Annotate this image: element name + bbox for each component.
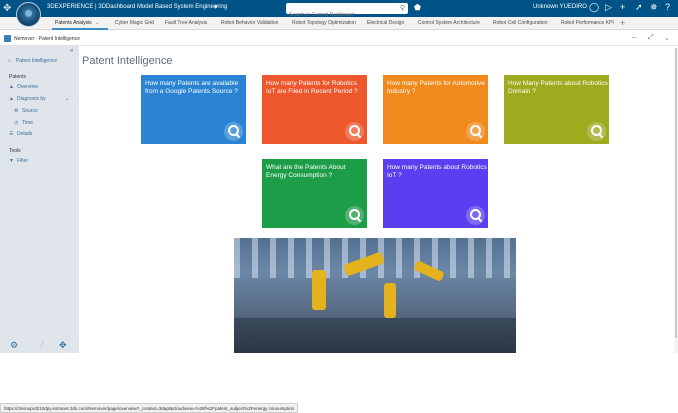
search-icon[interactable] [587, 122, 606, 141]
sidebar-item-filter[interactable]: ▼ Filter [9, 158, 28, 164]
sidebar-item-label: Filter [17, 158, 29, 164]
user-name[interactable]: Unknown YUEDIRO [533, 4, 587, 10]
tile-robotics-domain[interactable]: How Many Patents about Robotics Domain ? [504, 75, 609, 144]
search-icon[interactable] [466, 206, 485, 225]
expand-icon[interactable]: ⤢ [648, 34, 654, 42]
3ds-logo-icon[interactable]: ✥ [59, 340, 67, 351]
filter-icon: ▼ [9, 158, 14, 164]
3ds-logo-icon: ✥ [3, 3, 12, 14]
settings-icon[interactable]: ⚙ [10, 340, 18, 351]
active-tab-indicator [52, 28, 108, 30]
tile-text: What are the Patents About Energy Consum… [266, 164, 346, 179]
tab-robot-cell-configuration[interactable]: Robot Cell Configuration [493, 20, 547, 26]
top-bar: ✥ 3DEXPERIENCE | 3DDashboard Model Based… [0, 0, 678, 27]
tag-icon[interactable]: ⬟ [414, 3, 421, 12]
sidebar-item-home[interactable]: ⌂ Patent Intelligence [8, 58, 57, 64]
tile-robotics-iot[interactable]: How many Patents about Robotics IoT ? [383, 159, 488, 228]
sidebar-item-label: Overview [17, 84, 38, 90]
sidebar-item-label: Details [17, 131, 33, 137]
factory-floor [234, 318, 516, 353]
tab-control-system-architecture[interactable]: Control System Architecture [418, 20, 480, 26]
tile-text: How many Patents about Robotics IoT ? [387, 164, 487, 179]
app-brand: 3DEXPERIENCE | 3DDashboard [47, 4, 136, 10]
chevron-down-icon[interactable]: ▾ [214, 3, 218, 11]
widget-title: Nemover - Patent Intelligence [14, 36, 80, 42]
overview-icon: ▲ [9, 84, 14, 90]
share-icon[interactable]: ▷ [605, 2, 612, 13]
tile-robotics-iot-recent[interactable]: How many Patents for Robotics IoT are Fi… [262, 75, 367, 144]
tab-electrical-design[interactable]: Electrical Design [367, 20, 404, 26]
collapse-sidebar-icon[interactable]: « [70, 48, 73, 54]
robot-arm [312, 270, 326, 310]
search-icon[interactable] [345, 122, 364, 141]
tab-fault-tree-analysis[interactable]: Fault Tree Analysis [165, 20, 207, 26]
section-header-tools: Tools [9, 148, 21, 154]
sidebar-item-source[interactable]: ⚙ Source [14, 108, 38, 114]
section-header-patents: Patents [9, 74, 26, 80]
home-icon: ⌂ [8, 58, 12, 64]
sidebar-item-overview[interactable]: ▲ Overview [9, 84, 38, 90]
chevron-down-icon[interactable]: ⌄ [664, 34, 670, 42]
details-icon: ☰ [9, 131, 14, 137]
help-icon[interactable]: ? [665, 2, 670, 12]
diagnosis-icon: ▲ [9, 96, 14, 102]
arrow-icon[interactable]: ➚ [635, 2, 643, 13]
robot-arm [384, 283, 396, 318]
status-url: https://r2emoprd210dpy.extranet.3ds.com/… [0, 403, 299, 413]
tab-robot-behavior-validation[interactable]: Robot Behavior Validation [221, 20, 278, 26]
source-icon: ⚙ [14, 108, 19, 114]
tab-bar: Patents Analysis ⌄ Cyber Magic Grid Faul… [0, 17, 678, 30]
sidebar: « ⌂ Patent Intelligence Patents ▲ Overview… [0, 46, 79, 353]
tile-text: How many Patents for Automotive Industry… [387, 80, 485, 95]
page-title: Patent Intelligence [82, 55, 173, 67]
tab-cyber-magic-grid[interactable]: Cyber Magic Grid [115, 20, 154, 26]
search-icon[interactable] [466, 122, 485, 141]
search-box[interactable]: ⚲ [286, 3, 408, 21]
sidebar-item-label: Time [22, 120, 33, 126]
tile-energy-consumption[interactable]: What are the Patents About Energy Consum… [262, 159, 367, 228]
social-icon[interactable]: ✵ [650, 2, 658, 13]
clock-icon: ◷ [14, 120, 19, 126]
minimize-icon[interactable]: – [632, 34, 636, 41]
widget-icon [4, 35, 11, 42]
help-icon[interactable]: ❔ [35, 340, 46, 351]
add-icon[interactable]: + [620, 2, 625, 12]
tile-automotive-industry[interactable]: How many Patents for Automotive Industry… [383, 75, 488, 144]
app-title: 3DEXPERIENCE | 3DDashboard Model Based S… [47, 4, 227, 10]
search-icon[interactable]: ⚲ [400, 4, 405, 12]
tile-text: How many Patents for Robotics IoT are Fi… [266, 80, 358, 95]
tile-text: How many Patents are available from a Go… [145, 80, 239, 95]
scrollbar-thumb[interactable] [675, 48, 677, 338]
sidebar-item-label: Patent Intelligence [16, 58, 58, 64]
sidebar-item-details[interactable]: ☰ Details [9, 131, 32, 137]
widget-header: Nemover - Patent Intelligence – ⤢ ⌄ [0, 32, 678, 46]
add-tab-icon[interactable]: + [620, 18, 625, 28]
scrollbar[interactable] [674, 48, 678, 353]
sidebar-item-label: Diagnosis by [17, 96, 46, 102]
factory-image [234, 238, 516, 353]
sidebar-item-diagnosis[interactable]: ▲ Diagnosis by [9, 96, 46, 102]
tab-robot-topology-optimization[interactable]: Robot Topology Optimization [292, 20, 356, 26]
tile-google-patents[interactable]: How many Patents are available from a Go… [141, 75, 246, 144]
tab-patents-analysis[interactable]: Patents Analysis [55, 20, 92, 26]
search-icon[interactable] [345, 206, 364, 225]
chevron-down-icon[interactable]: ⌄ [65, 96, 69, 102]
tab-robot-performance-kpi[interactable]: Robot Performance KPI [561, 20, 614, 26]
avatar-icon[interactable]: ◯ [589, 2, 599, 13]
sidebar-item-label: Source [22, 108, 38, 114]
chevron-down-icon[interactable]: ⌄ [95, 20, 99, 26]
sidebar-item-time[interactable]: ◷ Time [14, 120, 33, 126]
tile-text: How Many Patents about Robotics Domain ? [508, 80, 608, 95]
compass-icon[interactable] [16, 2, 41, 27]
search-icon[interactable] [224, 122, 243, 141]
